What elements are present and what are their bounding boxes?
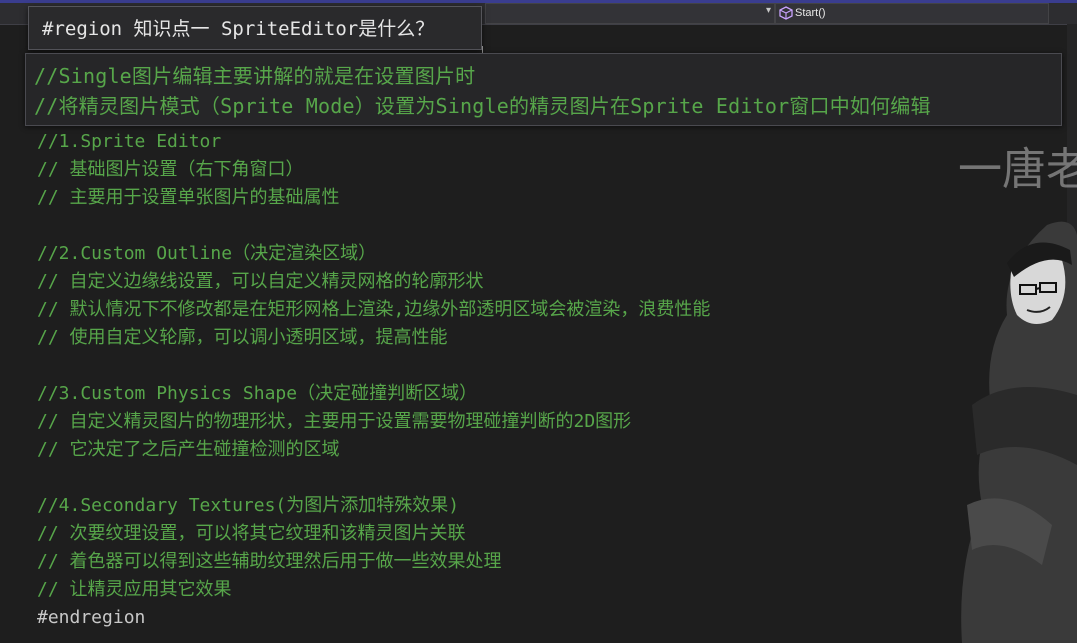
member-label: Start(): [795, 7, 826, 19]
summary-line-2: //将精灵图片模式（Sprite Mode）设置为Single的精灵图片在Spr…: [34, 94, 931, 118]
code-line: // 主要用于设置单张图片的基础属性: [37, 187, 340, 208]
member-dropdown[interactable]: Start(): [775, 3, 1049, 24]
code-line: // 基础图片设置（右下角窗口）: [37, 159, 304, 180]
code-line: // 次要纹理设置，可以将其它纹理和该精灵图片关联: [37, 523, 466, 544]
type-dropdown[interactable]: ▾: [485, 3, 775, 24]
endregion-directive: #endregion: [37, 607, 146, 628]
code-line: // 让精灵应用其它效果: [37, 579, 232, 600]
summary-line-1: //Single图片编辑主要讲解的就是在设置图片时: [34, 64, 476, 88]
code-line: //1.Sprite Editor: [37, 131, 222, 152]
watermark-text: 一唐老: [958, 144, 1077, 195]
code-line: // 着色器可以得到这些辅助纹理然后用于做一些效果处理: [37, 551, 502, 572]
code-line: //2.Custom Outline（决定渲染区域）: [37, 243, 377, 264]
code-line: //3.Custom Physics Shape（决定碰撞判断区域）: [37, 383, 478, 404]
code-line: // 默认情况下不修改都是在矩形网格上渲染,边缘外部透明区域会被渲染，浪费性能: [37, 299, 711, 320]
code-line: // 自定义边缘线设置，可以自定义精灵网格的轮廓形状: [37, 271, 484, 292]
region-peek-tooltip: #region 知识点一 SpriteEditor是什么？: [28, 6, 482, 50]
code-line: // 它决定了之后产生碰撞检测的区域: [37, 439, 340, 460]
chevron-down-icon[interactable]: ▾: [766, 5, 771, 16]
region-summary-box: //Single图片编辑主要讲解的就是在设置图片时 //将精灵图片模式（Spri…: [25, 53, 1062, 126]
code-line: // 使用自定义轮廓，可以调小透明区域，提高性能: [37, 327, 448, 348]
code-line: //4.Secondary Textures(为图片添加特殊效果): [37, 495, 460, 516]
anime-character-image: [961, 221, 1077, 643]
method-cube-icon: [779, 6, 793, 20]
code-line: // 自定义精灵图片的物理形状，主要用于设置需要物理碰撞判断的2D图形: [37, 411, 632, 432]
